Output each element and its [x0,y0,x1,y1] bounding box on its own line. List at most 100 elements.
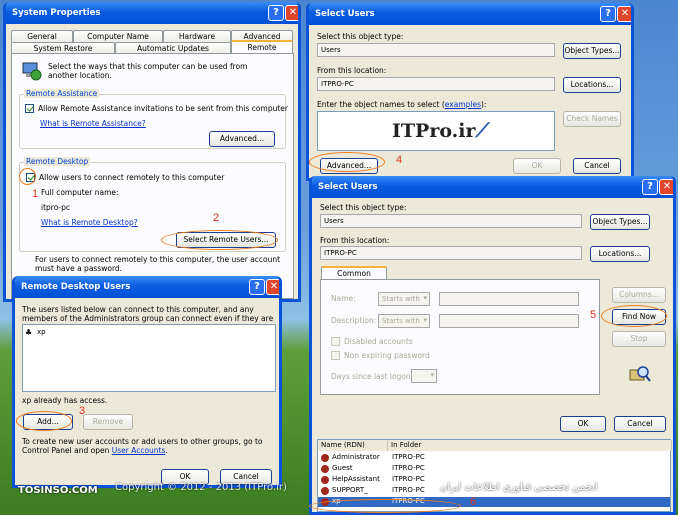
object-type-field: Users [317,43,555,57]
tab-label: Hardware [178,32,216,41]
description-query-input[interactable] [439,314,579,328]
footer-suffix: . [165,446,168,455]
allow-remote-desktop-label: Allow users to connect remotely to this … [39,173,225,182]
tab-general[interactable]: General [11,30,73,42]
what-is-remote-desktop-link[interactable]: What is Remote Desktop? [41,218,138,227]
full-computer-name-label: Full computer name: [41,188,119,197]
user-name: xp [37,328,46,336]
rdu-access-text: xp already has access. [22,396,108,405]
close-icon[interactable]: ✕ [285,5,298,21]
select-users-titlebar: Select Users [312,176,673,198]
remote-assistance-checkbox[interactable] [25,104,34,113]
locations-button[interactable]: Locations... [590,246,650,262]
user-icon [321,476,329,484]
user-icon [321,487,329,495]
column-header-folder[interactable]: In Folder [388,440,672,451]
location-label: From this location: [320,236,390,245]
select-users-cancel-button[interactable]: Cancel [573,158,621,174]
remote-desktop-users-window: Remote Desktop Users ? ✕ The users liste… [12,276,282,488]
system-properties-titlebar: System Properties [6,2,298,24]
examples-link[interactable]: examples [445,100,481,109]
chevron-down-icon: ▾ [430,371,434,379]
annotation-circle-6 [309,499,461,513]
help-icon[interactable]: ? [268,5,284,21]
name-mode-select[interactable]: Starts with ▾ [378,292,430,306]
table-row[interactable]: Guest ITPRO-PC [318,464,670,474]
columns-button[interactable]: Columns... [612,287,666,303]
remote-assistance-advanced-button[interactable]: Advanced... [209,131,275,147]
annotation-number-5: 5 [590,309,597,321]
annotation-number-4: 4 [396,154,403,166]
chevron-down-icon: ▾ [423,316,427,324]
days-since-logon-select[interactable]: ▾ [411,369,437,383]
days-since-logon-label: Days since last logon: [331,372,414,381]
annotation-number-3: 3 [79,405,86,417]
object-names-input[interactable]: ITPro.ir⟋ [317,111,555,151]
result-folder: ITPRO-PC [392,464,425,472]
location-label: From this location: [317,66,387,75]
remote-desktop-users-titlebar: Remote Desktop Users [15,276,279,298]
table-row[interactable]: Administrator ITPRO-PC [318,453,670,463]
watermark-right: انجمن تخصصی فناوری اطلاعات ایران [440,482,598,493]
close-icon[interactable]: ✕ [659,179,673,195]
select-value: Starts with [382,295,420,303]
remote-intro-text: Select the ways that this computer can b… [48,62,248,80]
computer-name-value: itpro-pc [41,203,71,212]
remote-assistance-title: Remote Assistance [24,89,100,98]
select-users-ok-button[interactable]: OK [560,416,606,432]
result-folder: ITPRO-PC [392,486,425,494]
enter-names-label: Enter the object names to select (exampl… [317,100,486,109]
column-header-name[interactable]: Name (RDN) [318,440,388,451]
select-users-cancel-button[interactable]: Cancel [614,416,666,432]
tab-common-queries[interactable]: Common Queries [321,266,387,289]
help-icon[interactable]: ? [249,279,265,295]
user-icon: ♣ [25,328,33,337]
description-mode-select[interactable]: Starts with ▾ [378,314,430,328]
annotation-number-1: 1 [32,188,39,200]
window-title: System Properties [12,8,101,18]
window-title: Select Users [318,182,378,192]
watermark-center: Copyright © 2012 - 2013 (ITPro.ir) [115,482,287,493]
user-accounts-link[interactable]: User Accounts [112,446,166,455]
stop-button[interactable]: Stop [612,331,666,347]
object-types-button[interactable]: Object Types... [590,214,650,230]
object-types-button[interactable]: Object Types... [563,43,621,59]
result-name: SUPPORT_ [332,486,368,494]
description-label: Description: [331,316,377,325]
watermark-left: TOSINSO.COM [18,485,98,496]
disabled-accounts-checkbox[interactable] [331,337,340,346]
tab-remote[interactable]: Remote [231,40,293,53]
result-name: HelpAssistant [332,475,380,483]
name-query-input[interactable] [439,292,579,306]
remote-desktop-title: Remote Desktop [24,157,91,166]
close-icon[interactable]: ✕ [266,279,279,295]
select-users-ok-button[interactable]: OK [513,158,561,174]
name-label: Name: [331,294,356,303]
computer-network-icon [20,61,42,81]
help-icon[interactable]: ? [642,179,658,195]
annotation-number-2: 2 [213,212,220,224]
help-icon[interactable]: ? [600,6,616,22]
enter-names-suffix: ): [480,100,487,109]
rdu-user-list[interactable]: ♣ xp [22,324,276,392]
locations-button[interactable]: Locations... [563,77,621,93]
itpro-logo: ITPro.ir⟋ [392,118,490,142]
tab-computer-name[interactable]: Computer Name [73,30,163,42]
result-folder: ITPRO-PC [392,453,425,461]
tab-hardware[interactable]: Hardware [163,30,231,42]
result-name: Guest [332,464,353,472]
rdu-remove-button[interactable]: Remove [83,414,133,430]
list-item[interactable]: ♣ xp [25,328,273,338]
tab-label: Computer Name [87,32,149,41]
close-icon[interactable]: ✕ [617,6,631,22]
result-name: Administrator [332,453,380,461]
annotation-circle-1 [19,168,36,185]
check-names-button[interactable]: Check Names [563,111,621,127]
non-expiring-checkbox[interactable] [331,351,340,360]
what-is-remote-assistance-link[interactable]: What is Remote Assistance? [40,119,146,128]
result-folder: ITPRO-PC [392,475,425,483]
select-users-window-2: Select Users ? ✕ Select this object type… [309,176,676,515]
user-icon [321,454,329,462]
select-users-titlebar: Select Users [309,3,631,25]
system-properties-window: System Properties ? ✕ General Computer N… [3,2,301,302]
